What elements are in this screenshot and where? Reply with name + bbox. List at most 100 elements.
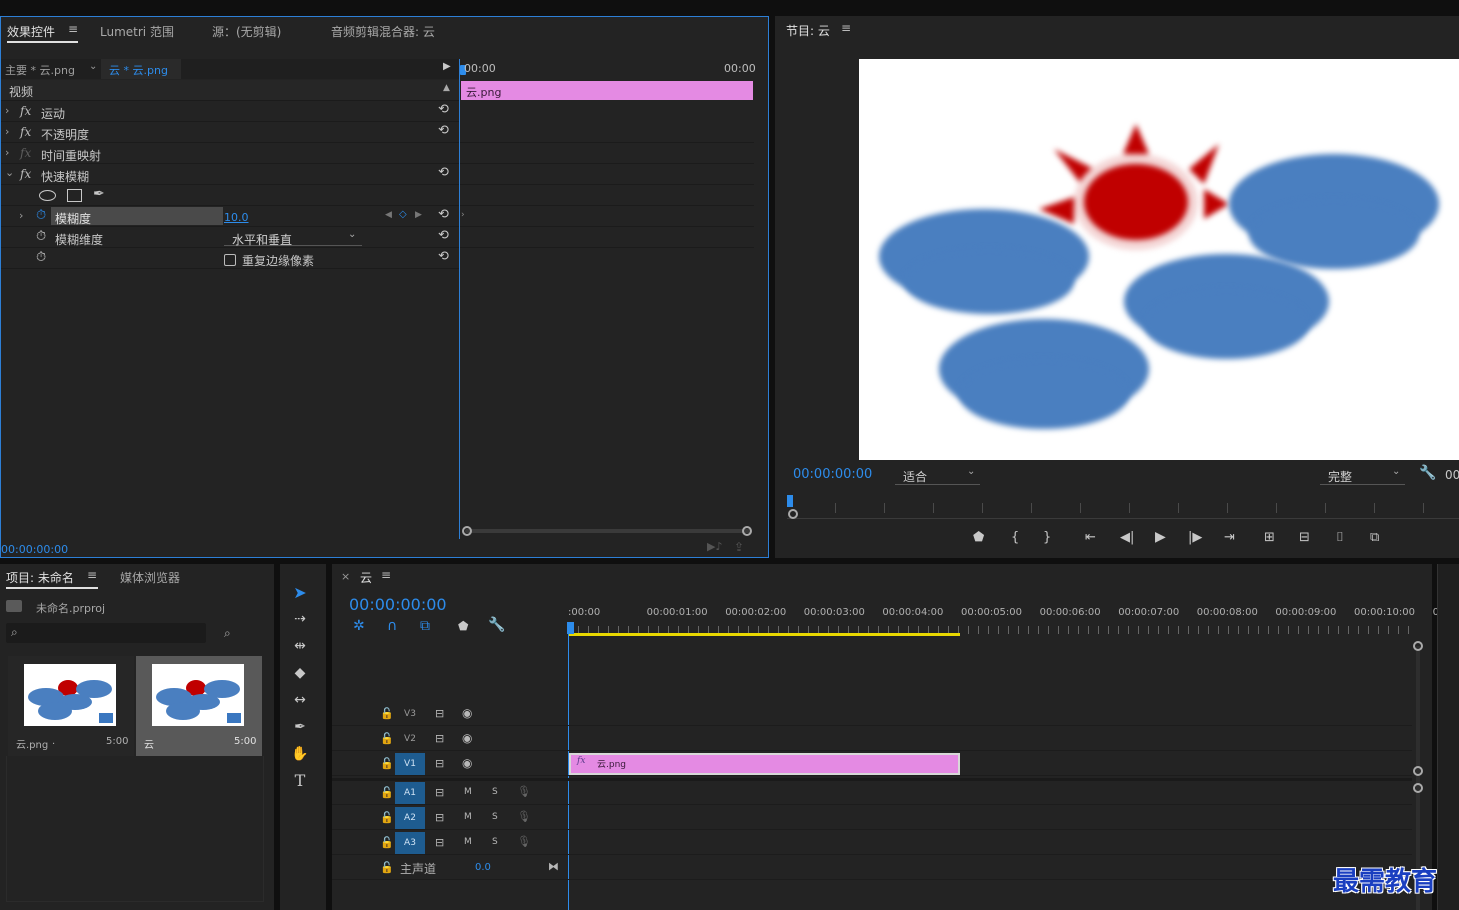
- go-to-in-icon[interactable]: ⇤: [1085, 530, 1096, 545]
- effect-clip-bar[interactable]: 云.png: [461, 81, 753, 100]
- eye-icon[interactable]: ◉: [462, 706, 472, 720]
- selection-tool-icon[interactable]: ➤: [288, 582, 312, 604]
- go-to-out-icon[interactable]: ⇥: [1224, 530, 1235, 545]
- fit-select[interactable]: 适合 ⌄: [895, 465, 980, 485]
- quality-select[interactable]: 完整 ⌄: [1320, 465, 1405, 485]
- stopwatch-icon[interactable]: ⏱: [36, 208, 46, 223]
- track-target-badge[interactable]: A3: [395, 832, 425, 854]
- scroll-handle[interactable]: [1413, 641, 1423, 651]
- effect-row-fast-blur[interactable]: ⌄ fx 快速模糊 ⟲: [1, 164, 459, 185]
- search-input[interactable]: ⌕: [6, 623, 206, 643]
- fx-toggle-icon[interactable]: fx: [20, 167, 31, 181]
- linked-selection-icon[interactable]: ⧉: [420, 618, 430, 634]
- tab-effect-controls[interactable]: 效果控件: [7, 23, 55, 40]
- param-row-repeat-edge[interactable]: ⏱ 重复边缘像素 ⟲: [1, 248, 459, 269]
- wrench-icon[interactable]: 🔧: [1419, 465, 1436, 481]
- pen-mask-icon[interactable]: ✒: [93, 186, 105, 202]
- repeat-edge-checkbox[interactable]: [224, 254, 236, 266]
- stopwatch-icon[interactable]: ⏱: [36, 250, 46, 265]
- snap-icon[interactable]: ∩: [387, 618, 397, 634]
- sequence-tab[interactable]: 云: [360, 569, 372, 586]
- scroll-up-icon[interactable]: ▲: [443, 83, 450, 93]
- lock-icon[interactable]: 🔓: [380, 732, 394, 745]
- reset-icon[interactable]: ⟲: [438, 249, 449, 264]
- blur-dimension-select[interactable]: 水平和垂直 ⌄: [224, 228, 362, 247]
- chevron-right-icon[interactable]: ›: [5, 125, 9, 138]
- reset-icon[interactable]: ⟲: [438, 207, 449, 222]
- sequence-timecode[interactable]: 00:00:00:00: [349, 595, 447, 614]
- param-row-blur-dimensions[interactable]: ⏱ 模糊维度 水平和垂直 ⌄ ⟲: [1, 227, 459, 248]
- chevron-down-icon[interactable]: ⌄: [89, 61, 97, 72]
- lift-icon[interactable]: ⊞: [1264, 530, 1275, 545]
- sync-lock-icon[interactable]: ⊟: [435, 732, 444, 745]
- tab-source[interactable]: 源：(无剪辑): [212, 23, 281, 40]
- mark-in-icon[interactable]: {: [1011, 530, 1019, 545]
- project-item-selected[interactable]: 云 5:00: [136, 656, 262, 756]
- timeline-playhead-marker[interactable]: [567, 622, 574, 634]
- current-timecode[interactable]: 00:00:00:00: [1, 543, 68, 556]
- extract-icon[interactable]: ⊟: [1299, 530, 1310, 545]
- chevron-right-icon[interactable]: ›: [5, 146, 9, 159]
- work-area-bar[interactable]: [568, 633, 960, 636]
- mute-button[interactable]: M: [464, 837, 472, 847]
- reset-icon[interactable]: ⟲: [438, 165, 449, 180]
- sync-lock-icon[interactable]: ⊟: [435, 707, 444, 720]
- fx-toggle-icon[interactable]: fx: [20, 125, 31, 139]
- add-marker-icon[interactable]: ⬟: [458, 619, 468, 633]
- step-forward-icon[interactable]: |▶: [1188, 530, 1202, 545]
- program-video-frame[interactable]: [859, 59, 1459, 460]
- chevron-right-icon[interactable]: ›: [19, 209, 23, 222]
- hamburger-icon[interactable]: ≡: [381, 568, 391, 582]
- ellipse-mask-icon[interactable]: [39, 190, 56, 201]
- play-audio-icon[interactable]: ▶♪: [707, 540, 722, 553]
- sync-lock-icon[interactable]: ⊟: [435, 757, 444, 770]
- lock-icon[interactable]: 🔓: [380, 836, 394, 849]
- zoom-handle-left[interactable]: [462, 526, 472, 536]
- lock-icon[interactable]: 🔓: [380, 757, 394, 770]
- sync-lock-icon[interactable]: ⊟: [435, 836, 444, 849]
- mute-button[interactable]: M: [464, 812, 472, 822]
- add-marker-icon[interactable]: ⬟: [973, 530, 984, 545]
- next-keyframe-icon[interactable]: ▶: [415, 210, 422, 220]
- effect-row-time-remap[interactable]: › fx 时间重映射: [1, 143, 459, 164]
- hamburger-icon[interactable]: ≡: [841, 21, 851, 35]
- razor-tool-icon[interactable]: ◆: [288, 662, 312, 684]
- solo-button[interactable]: S: [492, 787, 498, 797]
- play-only-icon[interactable]: ▶: [443, 61, 451, 72]
- sync-lock-icon[interactable]: ⊟: [435, 811, 444, 824]
- solo-button[interactable]: S: [492, 812, 498, 822]
- mute-button[interactable]: M: [464, 787, 472, 797]
- reset-icon[interactable]: ⟲: [438, 123, 449, 138]
- close-icon[interactable]: ×: [341, 570, 350, 583]
- track-target-badge[interactable]: V2: [395, 728, 425, 750]
- master-volume-value[interactable]: 0.0: [475, 862, 491, 873]
- hand-tool-icon[interactable]: ✋: [288, 743, 312, 765]
- zoom-handle-right[interactable]: [742, 526, 752, 536]
- stopwatch-icon[interactable]: ⏱: [36, 229, 46, 244]
- chevron-down-icon[interactable]: ⌄: [5, 166, 14, 179]
- lock-icon[interactable]: 🔓: [380, 811, 394, 824]
- pen-tool-icon[interactable]: ✒: [288, 716, 312, 738]
- tab-project[interactable]: 项目: 未命名: [6, 569, 74, 586]
- button-editor-icon[interactable]: ⧉: [1370, 530, 1379, 545]
- timeline-clip[interactable]: fx 云.png: [569, 753, 960, 775]
- active-clip-tab[interactable]: 云 * 云.png: [101, 59, 181, 79]
- zoom-scrollbar[interactable]: [465, 529, 751, 533]
- program-monitor-title[interactable]: 节目: 云: [786, 22, 830, 39]
- tab-lumetri-scopes[interactable]: Lumetri 范围: [100, 23, 174, 40]
- solo-button[interactable]: S: [492, 837, 498, 847]
- play-icon[interactable]: ▶: [1155, 529, 1166, 545]
- hamburger-icon[interactable]: ≡: [87, 568, 97, 582]
- lock-icon[interactable]: 🔓: [380, 861, 394, 874]
- prev-keyframe-icon[interactable]: ◀: [385, 210, 392, 220]
- eye-icon[interactable]: ◉: [462, 731, 472, 745]
- effect-row-opacity[interactable]: › fx 不透明度 ⟲: [1, 122, 459, 143]
- mark-out-icon[interactable]: }: [1043, 530, 1051, 545]
- add-keyframe-icon[interactable]: ◇: [399, 209, 407, 220]
- sync-lock-icon[interactable]: ⊟: [435, 786, 444, 799]
- ripple-edit-tool-icon[interactable]: ⇹: [288, 635, 312, 657]
- param-row-blurriness[interactable]: › ⏱ 模糊度 10.0 ◀ ◇ ▶ ⟲: [1, 206, 459, 227]
- reset-icon[interactable]: ⟲: [438, 102, 449, 117]
- track-target-badge[interactable]: A1: [395, 782, 425, 804]
- scroll-handle[interactable]: [1413, 766, 1423, 776]
